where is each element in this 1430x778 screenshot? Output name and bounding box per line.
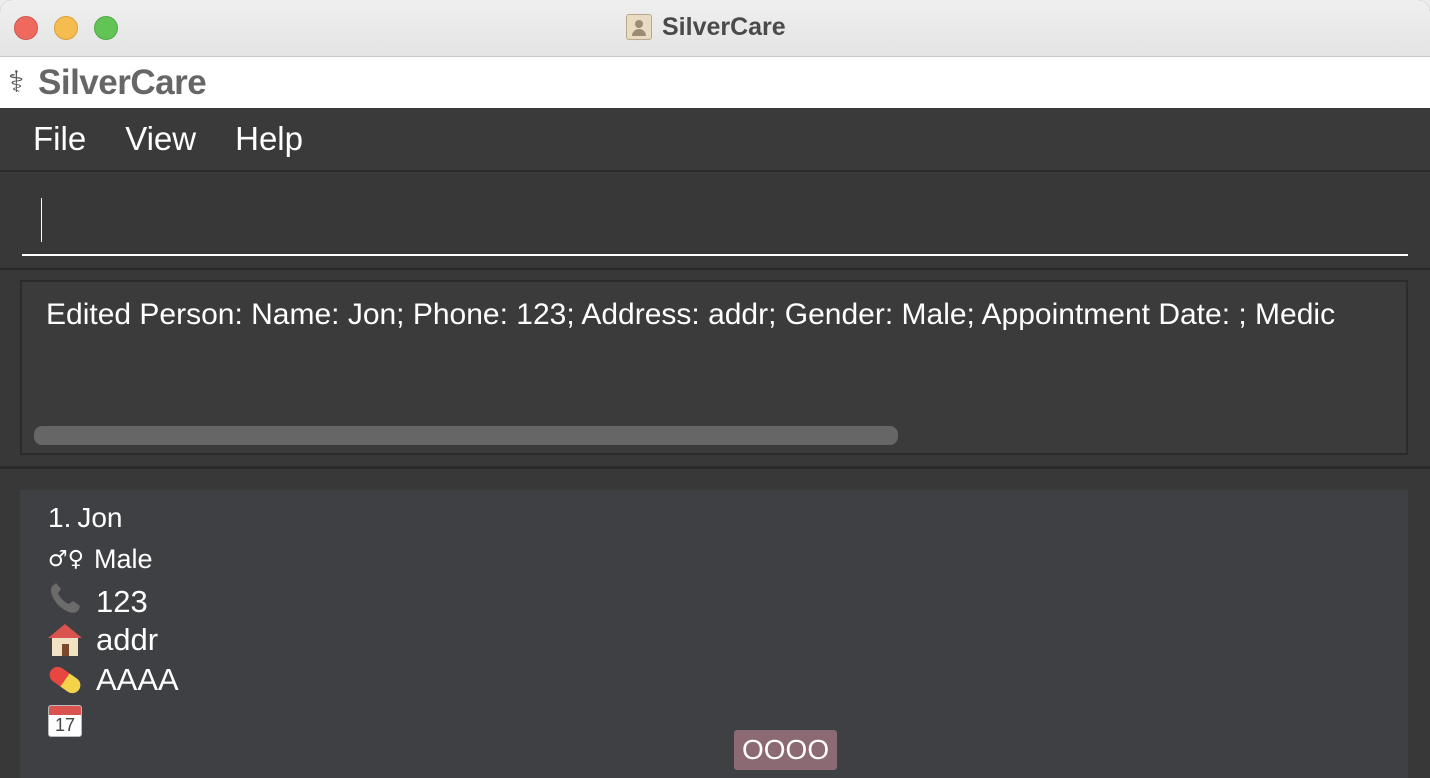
command-box-panel xyxy=(0,174,1430,271)
calendar-icon: 17 xyxy=(48,705,82,737)
person-name-row: 1. Jon xyxy=(48,502,123,534)
contacts-app-icon xyxy=(626,14,652,40)
caduceus-icon: ⚕ xyxy=(8,66,25,99)
person-index: 1. xyxy=(48,502,72,533)
person-gender-row: ♂♀ Male xyxy=(48,544,153,575)
person-phone: 123 xyxy=(96,583,148,619)
gender-icon: ♂♀ xyxy=(48,547,84,572)
house-icon xyxy=(48,624,82,656)
command-input[interactable] xyxy=(22,196,1408,256)
person-tag: OOOO xyxy=(734,730,838,770)
person-card[interactable]: 1. Jon ♂♀ Male 123 addr AAAA 17 OOOO xyxy=(20,490,1408,778)
window-title: SilverCare xyxy=(626,12,786,42)
menu-bar: File View Help xyxy=(0,108,1430,172)
zoom-window-button[interactable] xyxy=(94,16,118,40)
phone-icon xyxy=(48,582,88,621)
close-window-button[interactable] xyxy=(14,16,38,40)
person-name: Jon xyxy=(77,502,123,533)
result-display[interactable]: Edited Person: Name: Jon; Phone: 123; Ad… xyxy=(20,280,1408,455)
horizontal-scrollbar[interactable] xyxy=(34,426,898,445)
menu-file[interactable]: File xyxy=(33,120,86,158)
calendar-icon-day: 17 xyxy=(54,715,76,735)
window-title-text: SilverCare xyxy=(662,12,786,41)
person-medicine: AAAA xyxy=(96,662,179,697)
person-list-panel: 1. Jon ♂♀ Male 123 addr AAAA 17 OOOO xyxy=(0,469,1430,778)
person-address-row: addr xyxy=(48,622,158,658)
person-address: addr xyxy=(96,622,159,657)
text-caret xyxy=(41,198,42,242)
person-appointment-row: 17 xyxy=(48,702,96,740)
minimize-window-button[interactable] xyxy=(54,16,78,40)
result-display-panel: Edited Person: Name: Jon; Phone: 123; Ad… xyxy=(0,270,1430,469)
person-medicine-row: AAAA xyxy=(46,662,179,698)
pill-icon xyxy=(46,663,84,697)
result-message: Edited Person: Name: Jon; Phone: 123; Ad… xyxy=(46,298,1336,331)
menu-view[interactable]: View xyxy=(125,120,196,158)
menu-help[interactable]: Help xyxy=(235,120,303,158)
brand-header: ⚕ SilverCare xyxy=(0,57,1430,108)
brand-name: SilverCare xyxy=(38,62,207,102)
title-bar[interactable]: SilverCare xyxy=(0,0,1430,57)
app-window: SilverCare ⚕ SilverCare File View Help E… xyxy=(0,0,1430,778)
person-phone-row: 123 xyxy=(48,582,148,621)
person-gender: Male xyxy=(94,544,153,574)
